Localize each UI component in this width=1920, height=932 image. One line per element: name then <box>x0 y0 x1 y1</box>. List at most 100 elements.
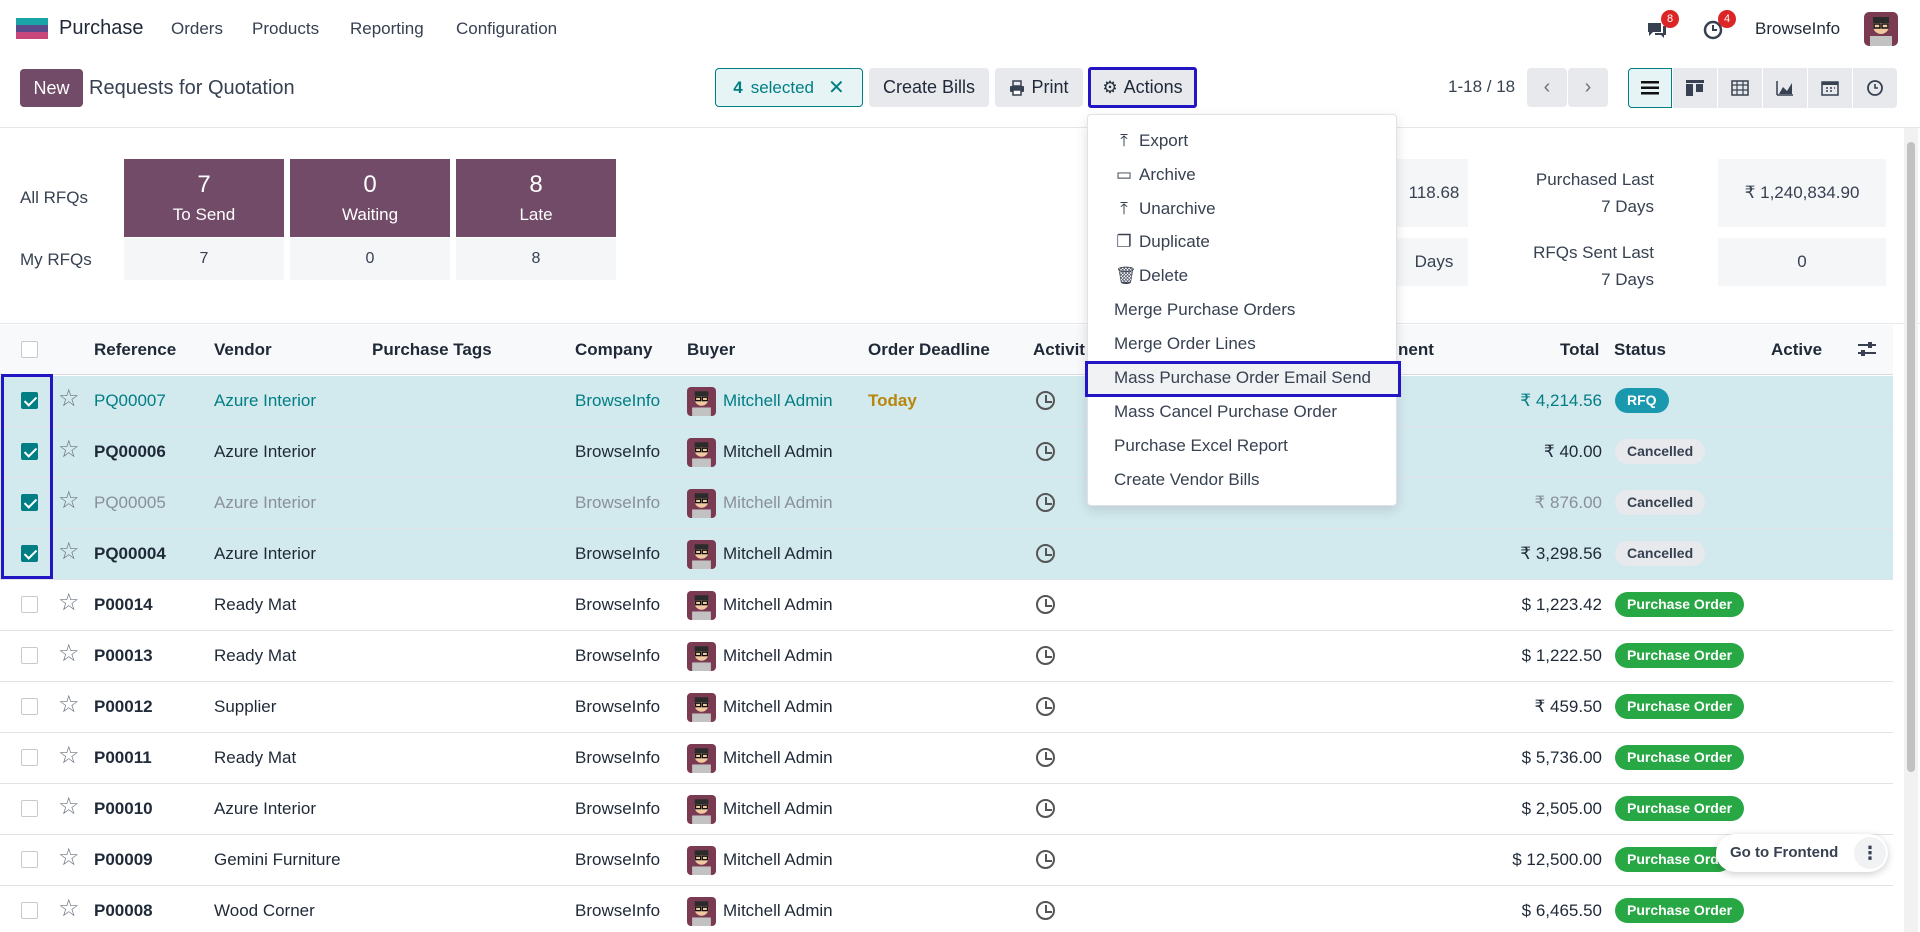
star-icon[interactable]: ☆ <box>58 795 80 819</box>
purchase-app-icon[interactable] <box>16 18 48 40</box>
table-row[interactable]: ☆ P00012 Supplier BrowseInfo Mitchell Admin ₹… <box>0 682 1893 733</box>
activity-clock-icon[interactable] <box>1036 442 1055 461</box>
print-button[interactable]: Print <box>995 68 1083 107</box>
row-checkbox[interactable] <box>21 902 38 919</box>
col-purchase-tags[interactable]: Purchase Tags <box>372 340 492 360</box>
menu-item-duplicate[interactable]: ❐ Duplicate <box>1115 232 1210 252</box>
my-waiting[interactable]: 0 <box>290 238 450 280</box>
upload-icon: ⤒ <box>1120 199 1128 218</box>
activity-clock-icon[interactable] <box>1036 544 1055 563</box>
tile-to-send[interactable]: 7 To Send <box>124 159 284 237</box>
col-reference[interactable]: Reference <box>94 340 176 360</box>
col-activities[interactable]: Activit <box>1033 340 1085 360</box>
table-row[interactable]: ☆ P00013 Ready Mat BrowseInfo Mitchell Admin… <box>0 631 1893 682</box>
table-row[interactable]: ☆ PQ00004 Azure Interior BrowseInfo Mitchell… <box>0 529 1893 580</box>
graph-view-button[interactable] <box>1763 68 1807 108</box>
star-icon[interactable]: ☆ <box>58 897 80 921</box>
more-options-icon[interactable]: ⋮ <box>1854 837 1886 869</box>
row-checkbox[interactable] <box>21 800 38 817</box>
col-vendor[interactable]: Vendor <box>214 340 272 360</box>
star-icon[interactable]: ☆ <box>58 642 80 666</box>
star-icon[interactable]: ☆ <box>58 489 80 513</box>
menu-item-merge-order-lines[interactable]: Merge Order Lines <box>1114 334 1256 354</box>
col-order-deadline[interactable]: Order Deadline <box>868 340 990 360</box>
menu-item-mass-cancel[interactable]: Mass Cancel Purchase Order <box>1114 402 1337 422</box>
select-all-checkbox[interactable] <box>21 341 38 358</box>
table-row[interactable]: ☆ P00011 Ready Mat BrowseInfo Mitchell Admin… <box>0 733 1893 784</box>
menu-item-excel-report[interactable]: Purchase Excel Report <box>1114 436 1288 456</box>
unselect-all-icon[interactable]: ✕ <box>828 75 845 100</box>
menu-configuration[interactable]: Configuration <box>456 19 557 39</box>
table-row[interactable]: ☆ P00009 Gemini Furniture BrowseInfo Mitchel… <box>0 835 1893 886</box>
row-checkbox[interactable] <box>21 851 38 868</box>
star-icon[interactable]: ☆ <box>58 846 80 870</box>
activity-clock-icon[interactable] <box>1036 391 1055 410</box>
company-switcher[interactable]: BrowseInfo <box>1755 19 1840 39</box>
menu-item-delete[interactable]: 🗑 Delete <box>1115 266 1188 286</box>
chat-button[interactable]: 8 <box>1645 10 1679 38</box>
star-icon[interactable]: ☆ <box>58 387 80 411</box>
col-total[interactable]: Total <box>1560 340 1599 360</box>
activity-clock-icon[interactable] <box>1036 850 1055 869</box>
activity-button[interactable]: 4 <box>1702 10 1736 40</box>
row-checkbox[interactable] <box>21 749 38 766</box>
menu-item-merge-purchase-orders[interactable]: Merge Purchase Orders <box>1114 300 1295 320</box>
menu-orders[interactable]: Orders <box>171 19 223 39</box>
table-row[interactable]: ☆ P00014 Ready Mat BrowseInfo Mitchell Admin… <box>0 580 1893 631</box>
star-icon[interactable]: ☆ <box>58 693 80 717</box>
status-badge: RFQ <box>1615 388 1669 413</box>
star-icon[interactable]: ☆ <box>58 591 80 615</box>
col-payment[interactable]: nent <box>1398 340 1434 360</box>
col-buyer[interactable]: Buyer <box>687 340 735 360</box>
tile-waiting[interactable]: 0 Waiting <box>290 159 450 237</box>
activity-clock-icon[interactable] <box>1036 646 1055 665</box>
pager-value[interactable]: 1-18 / 18 <box>1448 77 1515 97</box>
pager-next-button[interactable]: › <box>1568 68 1608 107</box>
new-button[interactable]: New <box>20 69 83 107</box>
my-to-send[interactable]: 7 <box>124 238 284 280</box>
activity-clock-icon[interactable] <box>1036 493 1055 512</box>
table-row[interactable]: ☆ PQ00007 Azure Interior BrowseInfo Mitchell… <box>0 376 1893 427</box>
menu-item-export[interactable]: ⤒ Export <box>1115 131 1188 151</box>
list-view-button[interactable] <box>1628 68 1672 108</box>
kanban-view-button[interactable] <box>1673 68 1717 108</box>
menu-item-archive[interactable]: ▭ Archive <box>1115 165 1196 185</box>
activity-clock-icon[interactable] <box>1036 595 1055 614</box>
scrollbar-thumb[interactable] <box>1907 142 1915 772</box>
user-avatar[interactable] <box>1864 12 1898 46</box>
app-name[interactable]: Purchase <box>59 17 144 40</box>
go-to-frontend-button[interactable]: Go to Frontend <box>1730 844 1838 861</box>
row-checkbox[interactable] <box>21 596 38 613</box>
activity-clock-icon[interactable] <box>1036 799 1055 818</box>
table-row[interactable]: ☆ PQ00006 Azure Interior BrowseInfo Mitchell… <box>0 427 1893 478</box>
star-icon[interactable]: ☆ <box>58 540 80 564</box>
menu-reporting[interactable]: Reporting <box>350 19 424 39</box>
tile-late[interactable]: 8 Late <box>456 159 616 237</box>
col-status[interactable]: Status <box>1614 340 1666 360</box>
star-icon[interactable]: ☆ <box>58 744 80 768</box>
activity-clock-icon[interactable] <box>1036 901 1055 920</box>
menu-item-unarchive[interactable]: ⤒ Unarchive <box>1115 199 1215 219</box>
activity-clock-icon[interactable] <box>1036 748 1055 767</box>
row-checkbox[interactable] <box>21 698 38 715</box>
activity-view-button[interactable] <box>1853 68 1897 108</box>
star-icon[interactable]: ☆ <box>58 438 80 462</box>
table-row[interactable]: ☆ PQ00005 Azure Interior BrowseInfo Mitchell… <box>0 478 1893 529</box>
row-checkbox[interactable] <box>21 647 38 664</box>
my-late[interactable]: 8 <box>456 238 616 280</box>
col-active[interactable]: Active <box>1771 340 1822 360</box>
pager-previous-button[interactable]: ‹ <box>1527 68 1567 107</box>
optional-columns-icon[interactable] <box>1857 340 1877 363</box>
menu-item-create-vendor-bills[interactable]: Create Vendor Bills <box>1114 470 1260 490</box>
table-row[interactable]: ☆ P00010 Azure Interior BrowseInfo Mitchell … <box>0 784 1893 835</box>
menu-products[interactable]: Products <box>252 19 319 39</box>
col-company[interactable]: Company <box>575 340 652 360</box>
table-row[interactable]: ☆ P00008 Wood Corner BrowseInfo Mitchell Adm… <box>0 886 1893 932</box>
pivot-view-button[interactable] <box>1718 68 1762 108</box>
menu-item-mass-email-send[interactable]: Mass Purchase Order Email Send <box>1114 368 1371 388</box>
calendar-view-button[interactable] <box>1808 68 1852 108</box>
activity-clock-icon[interactable] <box>1036 697 1055 716</box>
actions-button[interactable]: ⚙ Actions <box>1088 67 1197 108</box>
page-scrollbar[interactable] <box>1904 128 1918 932</box>
create-bills-button[interactable]: Create Bills <box>869 68 989 107</box>
